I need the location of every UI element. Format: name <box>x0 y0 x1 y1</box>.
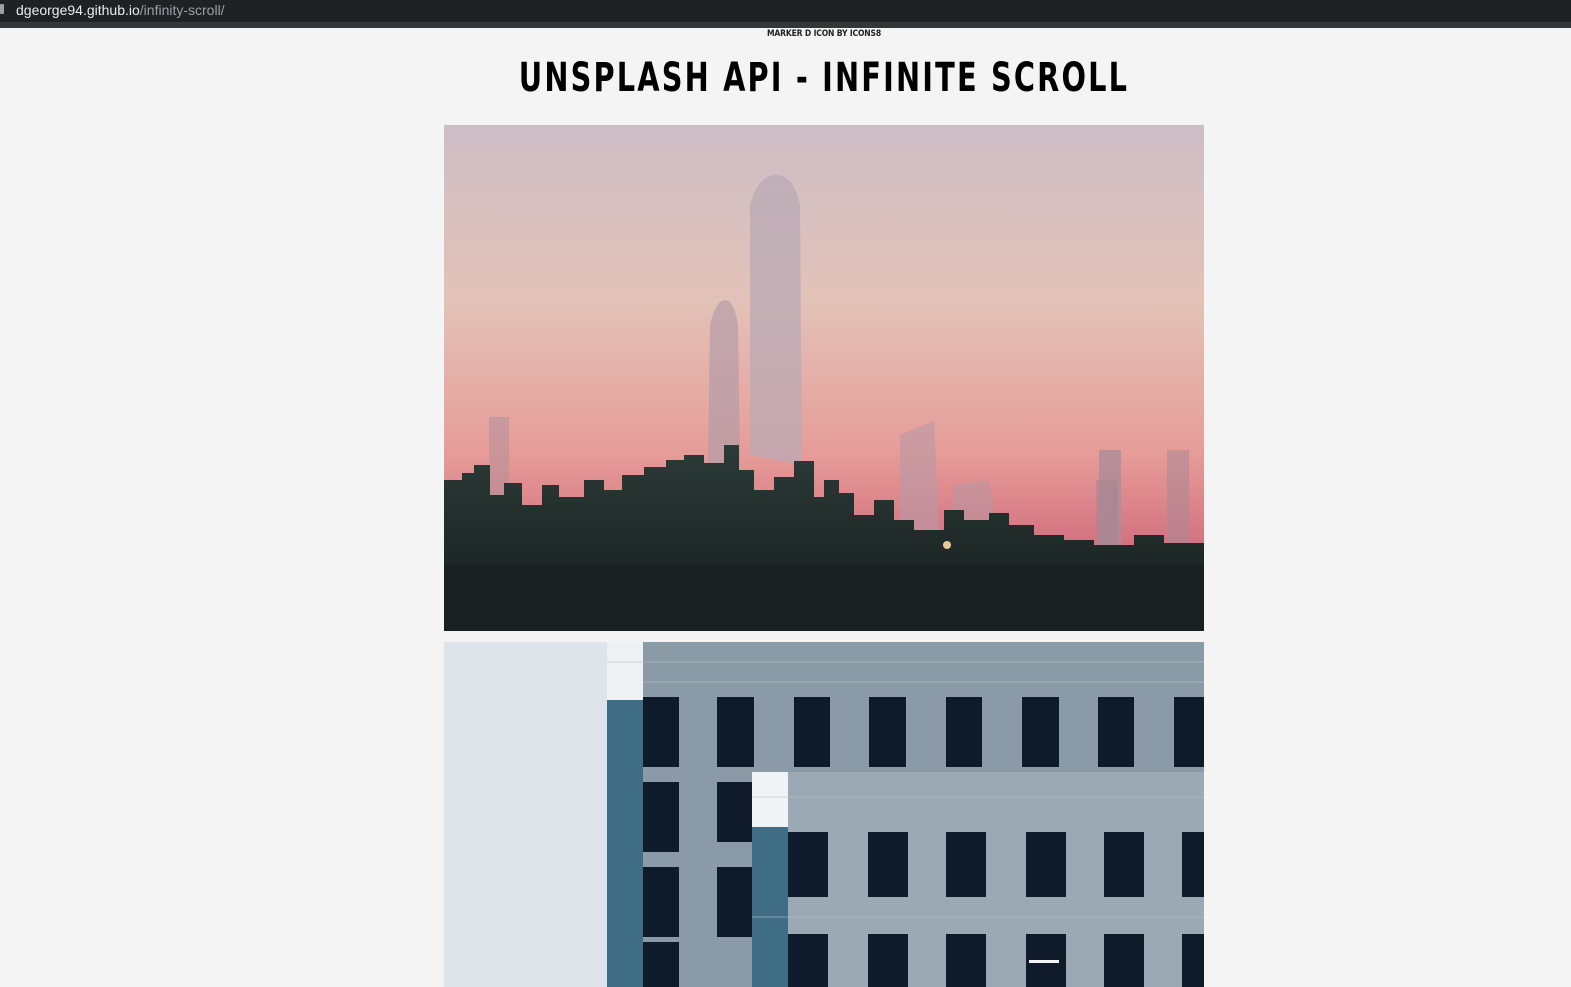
photo-link-skyline[interactable] <box>444 125 1204 631</box>
url-path: /infinity-scroll/ <box>139 2 225 18</box>
lock-icon <box>0 4 4 14</box>
url-host: dgeorge94.github.io <box>16 2 140 18</box>
address-bar[interactable]: dgeorge94.github.io/infinity-scroll/ <box>0 0 1571 22</box>
photo-skyline <box>444 125 1204 631</box>
icon-credit[interactable]: MARKER D ICON BY ICONS8 <box>124 29 1525 39</box>
toolbar-divider <box>0 22 1571 28</box>
photo-link-building[interactable] <box>444 642 1204 987</box>
page-title: UNSPLASH API - INFINITE SCROLL <box>518 55 1130 101</box>
photo-building <box>444 642 1204 987</box>
